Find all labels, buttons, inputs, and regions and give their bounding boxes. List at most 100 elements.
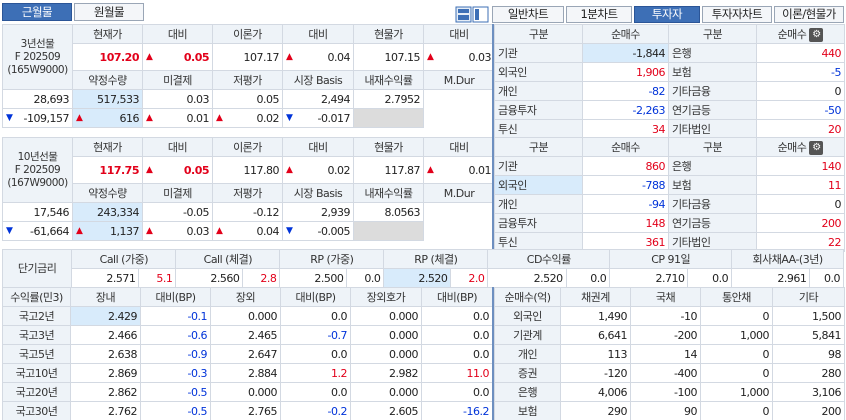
investor-label: 보험 [668,175,757,195]
hdr-category: 구분 [494,137,583,157]
tab-far-month[interactable]: 원월물 [74,3,144,21]
top-toolbar: 근월물 원월물 일반차트 1분차트 투자자 투자자차트 이론/현물가 [0,0,846,24]
volume-change: ▼ -61,664 [2,221,73,241]
investor-value: 1,906 [582,62,669,82]
tab-investor[interactable]: 투자자 [634,6,700,23]
table-row: 국고5년 2.638 -0.9 2.647 0.0 0.000 0.0 [2,344,493,364]
net-buy-value: 14 [630,344,701,364]
net-buy-value: -200 [630,325,701,345]
spot-price: 107.15 [353,43,424,71]
yield-change: ▼ -0.017 [282,108,354,128]
undervalue: -0.05 [142,202,213,222]
investor-value: 140 [756,156,845,176]
hdr-cd-yield: CD수익률 [487,249,611,269]
layout-toggle-icon[interactable] [455,6,489,23]
tab-investor-chart[interactable]: 투자자차트 [702,6,772,23]
investor-label: 외국인 [494,62,583,82]
bond-value: -0.6 [140,325,211,345]
up-arrow-icon: ▲ [76,225,83,236]
spot-price: 117.87 [353,156,424,184]
theory-price: 117.80 [212,156,283,184]
bond-name: 국고20년 [2,382,71,402]
hdr-rp-traded: RP (체결) [383,249,489,269]
yield-change: ▼ -0.005 [282,221,354,241]
rate-value: 2.560 [175,268,244,288]
investor-value: 440 [756,43,845,63]
net-buy-value: 0 [700,363,773,383]
bond-value: 0.000 [210,382,281,402]
hdr-change: 대비 [282,137,354,157]
hdr-category: 구분 [494,24,583,44]
rate-value: 2.961 [731,268,811,288]
investor-10y-table: 구분 순매수 구분 순매수 ⚙ 기관 860 은행 140 외국인 -788 보험 11 개인 -9… [494,137,845,252]
bond-value: 2.647 [210,344,281,364]
rate-change: 2.0 [450,268,489,288]
bond-value: 2.605 [350,401,422,420]
investor-label: 외국인 [494,175,583,195]
bond-yield-table: 수익률(민3) 장내 대비(BP) 장외 대비(BP) 장외호가 대비(BP) 국고2년 2.… [2,287,493,420]
theory-change: ▲ 0.02 [282,156,354,184]
net-buy-value: 1,000 [700,325,773,345]
up-arrow-icon: ▲ [216,225,223,236]
hdr-change: 대비 [142,137,213,157]
bond-net-buy-table: 순매수(억) 채권계 국채 통안채 기타 외국인 1,490 -10 0 1,500 기관계 6,6… [494,287,845,420]
hdr-net-buy: 순매수 ⚙ [756,137,845,157]
rate-change: 2.8 [242,268,281,288]
basis-change: ▲ 0.04 [212,221,283,241]
bond-value: 0.000 [350,382,422,402]
hdr-volume: 약정수량 [72,70,143,90]
bond-value: 2.638 [70,344,141,364]
spot-change: ▲ 0.03 [423,43,495,71]
bond-value: -0.3 [140,363,211,383]
investor-label: 개인 [494,81,583,101]
table-row: 국고2년 2.429 -0.1 0.000 0.0 0.000 0.0 [2,306,493,326]
table-row: 국고10년 2.869 -0.3 2.884 1.2 2.982 11.0 [2,363,493,383]
investor-value: 34 [582,119,669,139]
up-arrow-icon: ▲ [286,51,293,62]
bond-name: 국고5년 [2,344,71,364]
oi-change: ▲ 1,137 [72,221,143,241]
basis-change: ▲ 0.02 [212,108,283,128]
tab-near-month[interactable]: 근월물 [2,3,72,21]
bond-value: 1.2 [280,363,351,383]
investor-label: 개인 [494,344,561,364]
hdr-other: 기타 [772,287,845,307]
investor-value: 0 [756,194,845,214]
bond-name: 국고2년 [2,306,71,326]
bond-value: 11.0 [421,363,493,383]
hdr-implied-yield: 내재수익률 [353,183,424,203]
mdur: 8.0563 [353,202,424,222]
table-row: 국고20년 2.862 -0.5 0.000 0.0 0.000 0.0 [2,382,493,402]
current-change: ▲ 0.05 [142,43,213,71]
tab-theory-spot[interactable]: 이론/현물가 [774,6,844,23]
hdr-current-price: 현재가 [72,24,143,44]
hdr-otc: 장외 [210,287,281,307]
net-buy-value: 1,490 [560,306,631,326]
up-arrow-icon: ▲ [146,112,153,123]
investor-value: -82 [582,81,669,101]
table-row: 보험 290 90 0 200 [494,401,845,420]
hdr-call-weighted: Call (가중) [71,249,177,269]
up-arrow-icon: ▲ [427,164,434,175]
net-buy-value: 0 [700,344,773,364]
implied-yield: 2,939 [282,202,354,222]
bond-value: 0.000 [350,325,422,345]
investor-label: 은행 [668,156,757,176]
futures-10y-label: 10년선물 F 202509 (167W9000) [2,137,73,203]
gear-icon[interactable]: ⚙ [809,140,824,155]
futures-3y-label: 3년선물 F 202509 (165W9000) [2,24,73,90]
open-interest: 517,533 [72,89,143,109]
tab-general-chart[interactable]: 일반차트 [492,6,564,23]
investor-value: 20 [756,119,845,139]
gear-icon[interactable]: ⚙ [809,27,824,42]
net-buy-value: 0 [700,306,773,326]
rate-change: 0.0 [565,268,611,288]
tab-1min-chart[interactable]: 1분차트 [566,6,632,23]
table-row: 국고3년 2.466 -0.6 2.465 -0.7 0.000 0.0 [2,325,493,345]
mdur-change [353,108,424,128]
rate-value: 2.500 [279,268,348,288]
up-arrow-icon: ▲ [216,112,223,123]
bond-name: 국고10년 [2,363,71,383]
net-buy-value: 90 [630,401,701,420]
investor-label: 기관 [494,156,583,176]
